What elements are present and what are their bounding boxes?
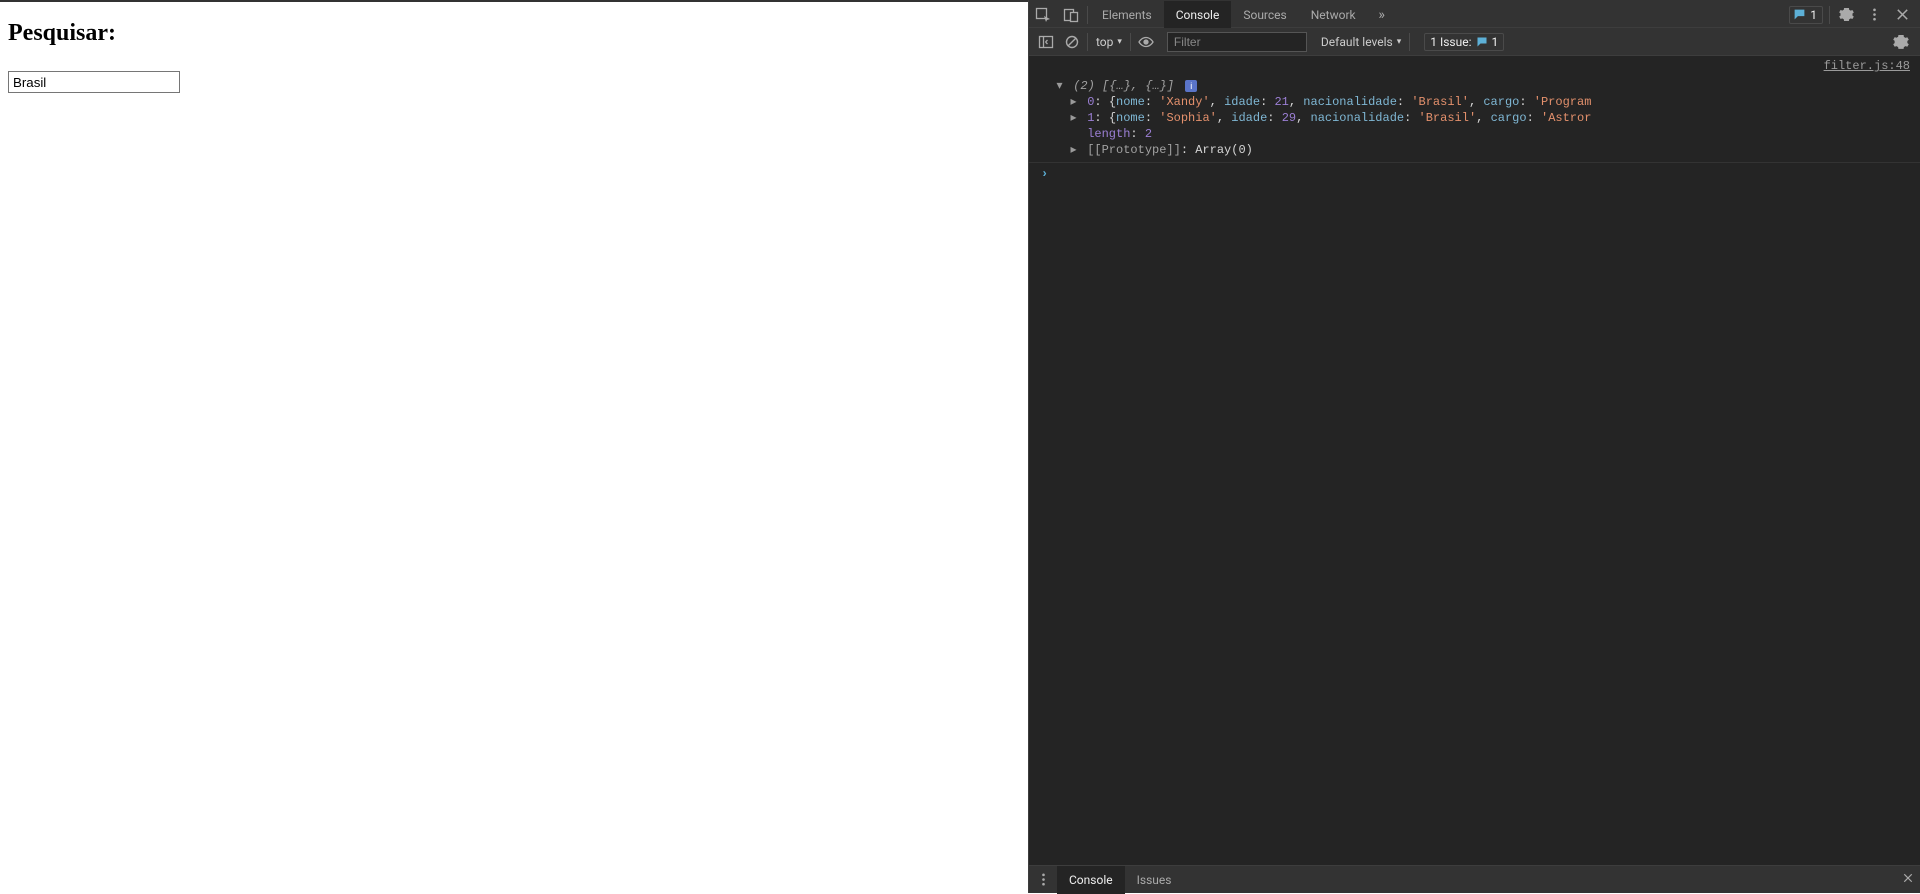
settings-gear-icon[interactable] [1832, 1, 1860, 29]
devtools-drawer: Console Issues [1029, 865, 1920, 893]
console-output[interactable]: filter.js:48 (2) [{…}, {…}] i 0: {nome: … [1029, 56, 1920, 865]
tab-sources[interactable]: Sources [1231, 1, 1298, 29]
more-tabs-icon[interactable]: » [1368, 1, 1396, 29]
array-length-row[interactable]: length: 2 [1055, 126, 1920, 142]
console-settings-gear-icon[interactable] [1888, 28, 1914, 56]
array-prototype-row[interactable]: [[Prototype]]: Array(0) [1055, 142, 1920, 158]
kebab-menu-icon[interactable] [1860, 1, 1888, 29]
page-heading: Pesquisar: [8, 20, 1020, 47]
drawer-kebab-icon[interactable] [1029, 866, 1057, 894]
array-item[interactable]: 1: {nome: 'Sophia', idade: 29, nacionali… [1055, 110, 1920, 126]
expand-toggle-icon[interactable] [1069, 94, 1078, 110]
clear-console-icon[interactable] [1059, 28, 1085, 56]
execution-context-select[interactable]: top ▾ [1090, 35, 1128, 49]
log-levels-select[interactable]: Default levels ▾ [1315, 35, 1407, 49]
expand-toggle-icon[interactable] [1069, 142, 1078, 158]
drawer-tab-console[interactable]: Console [1057, 866, 1125, 894]
tab-network[interactable]: Network [1299, 1, 1368, 29]
array-summary-count: (2) [1073, 79, 1095, 93]
devtools-panel: Elements Console Sources Network » 1 [1028, 0, 1920, 893]
drawer-close-icon[interactable] [1902, 872, 1914, 887]
logged-array[interactable]: (2) [{…}, {…}] i 0: {nome: 'Xandy', idad… [1029, 76, 1920, 162]
info-badge-icon[interactable]: i [1185, 80, 1197, 92]
console-sidebar-toggle-icon[interactable] [1033, 28, 1059, 56]
issues-pill-inline[interactable]: 1 Issue: 1 [1424, 33, 1504, 51]
console-toolbar: top ▾ Default levels ▾ 1 Issue: 1 [1029, 28, 1920, 56]
tab-console[interactable]: Console [1164, 1, 1232, 29]
execution-context-label: top [1096, 35, 1113, 49]
issues-label: 1 Issue: [1430, 35, 1471, 49]
expand-toggle-icon[interactable] [1055, 78, 1064, 94]
inspect-element-icon[interactable] [1029, 1, 1057, 29]
close-devtools-icon[interactable] [1888, 1, 1916, 29]
array-summary-body: [{…}, {…}] [1095, 79, 1174, 93]
drawer-tab-issues[interactable]: Issues [1125, 866, 1184, 894]
source-link[interactable]: filter.js:48 [1029, 56, 1920, 76]
search-input[interactable] [8, 71, 180, 93]
array-item[interactable]: 0: {nome: 'Xandy', idade: 21, nacionalid… [1055, 94, 1920, 110]
log-levels-label: Default levels [1321, 35, 1393, 49]
page-content: Pesquisar: [0, 0, 1028, 893]
tab-elements[interactable]: Elements [1090, 1, 1164, 29]
devtools-tabbar: Elements Console Sources Network » 1 [1029, 0, 1920, 28]
issues-pill-top[interactable]: 1 [1789, 6, 1823, 24]
device-toolbar-icon[interactable] [1057, 1, 1085, 29]
console-filter-input[interactable] [1167, 32, 1307, 52]
issues-count-top: 1 [1810, 8, 1817, 22]
issues-count-inline: 1 [1492, 35, 1499, 49]
expand-toggle-icon[interactable] [1069, 110, 1078, 126]
console-prompt[interactable] [1029, 163, 1920, 185]
live-expression-eye-icon[interactable] [1133, 28, 1159, 56]
